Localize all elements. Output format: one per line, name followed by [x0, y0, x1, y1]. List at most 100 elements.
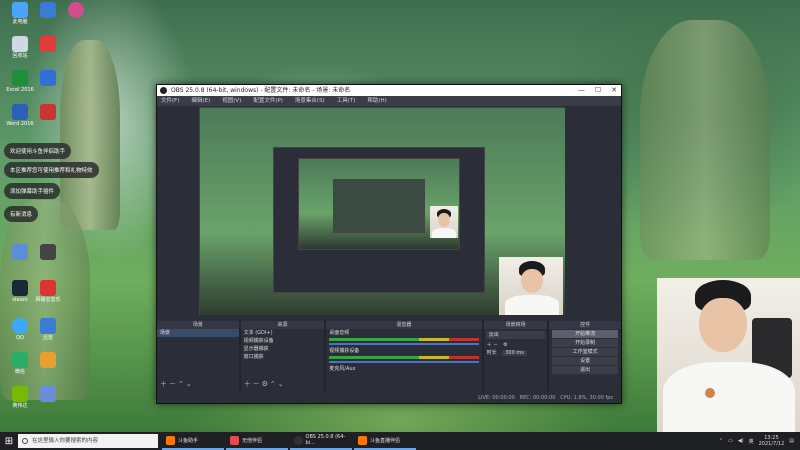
start-streaming-button[interactable]: 开始推流	[552, 330, 618, 338]
source-item[interactable]: 窗口捕获	[241, 353, 325, 361]
app-icon	[40, 352, 56, 368]
wallpaper-tree	[640, 20, 770, 260]
preview-webcam-source	[499, 257, 563, 315]
taskbar-app[interactable]: 斗鱼助手	[162, 432, 224, 450]
douyu-icon	[358, 435, 367, 445]
taskbar: ⊞ 在这里输入你要搜索的内容 斗鱼助手 无他伴侣 OBS 25.0.8 (64-…	[0, 432, 800, 450]
menu-edit[interactable]: 编辑(E)	[191, 96, 210, 106]
desktop-icon[interactable]	[58, 2, 94, 19]
transitions-dock: 场景转场 淡出 ＋ － ⚙ 时长 300 ms	[483, 321, 548, 391]
desktop-icon[interactable]	[30, 386, 66, 403]
webcam-overlay	[657, 278, 800, 432]
desktop-icon-xunlei[interactable]: 迅雷	[30, 318, 66, 341]
obs-docks: 场景 场景 ＋－⌃⌄ 来源 文本 (GDI+) 视频捕获设备 显示器捕获 窗口捕…	[157, 321, 621, 391]
menu-scene-collection[interactable]: 场景集合(S)	[295, 96, 325, 106]
controls-header: 控件	[549, 321, 621, 329]
minimize-button[interactable]: —	[578, 85, 585, 96]
source-item[interactable]: 文本 (GDI+)	[241, 329, 325, 337]
menu-profile[interactable]: 配置文件(P)	[253, 96, 283, 106]
excel-icon	[12, 70, 28, 86]
scenes-toolbar[interactable]: ＋－⌃⌄	[160, 379, 194, 389]
desktop-icon[interactable]	[30, 36, 66, 53]
transition-select[interactable]: 淡出	[485, 331, 546, 339]
exit-button[interactable]: 退出	[552, 366, 618, 374]
duration-row: 时长 300 ms	[484, 349, 548, 357]
nested-preview-inner	[333, 179, 425, 233]
computer-icon	[12, 2, 28, 18]
word-icon	[12, 104, 28, 120]
live-timer: LIVE: 00:00:00	[478, 395, 515, 401]
volume-icon[interactable]: ◀)	[738, 438, 744, 444]
taskbar-app[interactable]: 斗鱼直播伴侣	[354, 432, 416, 450]
app-icon	[68, 2, 84, 18]
obs-window[interactable]: OBS 25.0.8 (64-bit, windows) - 配置文件: 未命名…	[156, 84, 622, 404]
menu-help[interactable]: 帮助(H)	[367, 96, 386, 106]
transition-toolbar[interactable]: ＋ － ⚙	[484, 341, 548, 349]
rec-timer: REC: 00:00:00	[519, 395, 556, 401]
tray-chevron-icon[interactable]: ⌃	[719, 438, 723, 444]
wuta-icon	[230, 435, 239, 445]
steam-icon	[12, 280, 28, 296]
source-item[interactable]: 视频捕获设备	[241, 337, 325, 345]
douyu-icon	[166, 435, 175, 445]
nvidia-icon	[12, 386, 28, 402]
obs-logo-icon	[160, 87, 167, 94]
start-recording-button[interactable]: 开始录制	[552, 339, 618, 347]
scenes-header: 场景	[157, 321, 239, 329]
app-icon	[40, 36, 56, 52]
menu-bar: 文件(F) 编辑(E) 视图(V) 配置文件(P) 场景集合(S) 工具(T) …	[157, 96, 621, 106]
sources-toolbar[interactable]: ＋－⚙⌃⌄	[244, 379, 286, 389]
scene-item[interactable]: 场景	[157, 329, 239, 337]
close-button[interactable]: ✕	[611, 85, 617, 96]
taskbar-app-obs[interactable]: OBS 25.0.8 (64-bi...	[290, 432, 352, 450]
windows-icon: ⊞	[4, 435, 14, 447]
mixer-channel-label: 桌面音频	[329, 330, 350, 336]
duration-input[interactable]: 300 ms	[502, 350, 527, 356]
volume-slider[interactable]	[329, 343, 479, 345]
studio-mode-button[interactable]: 工作室模式	[552, 348, 618, 356]
nested-obs-window	[273, 147, 485, 293]
sources-header: 来源	[240, 321, 325, 329]
language-indicator[interactable]: 英	[749, 438, 754, 445]
clock[interactable]: 13:25 2021/7/12	[759, 435, 785, 447]
xunlei-icon	[40, 318, 56, 334]
controls-dock: 控件 开始推流 开始录制 工作室模式 设置 退出	[549, 321, 621, 391]
desktop-icon[interactable]	[30, 104, 66, 121]
mixer-dock: 混音器 桌面音频 视频捕获设备 麦克风/Aux	[326, 321, 482, 391]
maximize-button[interactable]: ☐	[595, 85, 601, 96]
start-button[interactable]: ⊞	[0, 432, 18, 450]
qq-icon	[12, 318, 28, 334]
menu-tools[interactable]: 工具(T)	[337, 96, 356, 106]
search-box[interactable]: 在这里输入你要搜索的内容	[18, 434, 158, 448]
preview-canvas[interactable]	[199, 107, 565, 315]
volume-slider[interactable]	[329, 361, 479, 363]
cpu-usage: CPU: 1.8%, 30.00 fps	[560, 395, 613, 401]
app-icon	[40, 70, 56, 86]
menu-file[interactable]: 文件(F)	[161, 96, 179, 106]
scenes-dock: 场景 场景 ＋－⌃⌄	[157, 321, 239, 391]
notification-icon[interactable]: ▤	[789, 438, 794, 444]
search-placeholder: 在这里输入你要搜索的内容	[32, 438, 99, 444]
source-item[interactable]: 显示器捕获	[241, 345, 325, 353]
desktop-icon[interactable]	[2, 244, 38, 261]
settings-button[interactable]: 设置	[552, 357, 618, 365]
app-icon	[40, 244, 56, 260]
notification-bubble[interactable]: 本区推荐您可使用推荐和礼物特效	[4, 162, 99, 178]
app-icon	[12, 244, 28, 260]
desktop-icon[interactable]	[30, 352, 66, 369]
notification-bubble[interactable]: 欢迎使用斗鱼伴侣助手	[4, 143, 72, 159]
taskbar-app[interactable]: 无他伴侣	[226, 432, 288, 450]
notification-bubble[interactable]: 添加弹幕助手插件	[4, 183, 61, 199]
mixer-channel-label: 视频捕获设备	[329, 348, 360, 354]
desktop-icon[interactable]	[30, 70, 66, 87]
wechat-icon	[12, 352, 28, 368]
network-icon[interactable]: ▭	[728, 438, 733, 444]
volume-meter	[329, 338, 479, 341]
shirt-badge	[705, 388, 715, 398]
volume-meter	[329, 356, 479, 359]
notification-bubble[interactable]: 有新消息	[4, 206, 39, 222]
menu-view[interactable]: 视图(V)	[222, 96, 241, 106]
obs-titlebar[interactable]: OBS 25.0.8 (64-bit, windows) - 配置文件: 未命名…	[157, 85, 621, 96]
desktop-icon-netease-music[interactable]: 网易云音乐	[30, 280, 66, 303]
recycle-bin-icon	[12, 36, 28, 52]
